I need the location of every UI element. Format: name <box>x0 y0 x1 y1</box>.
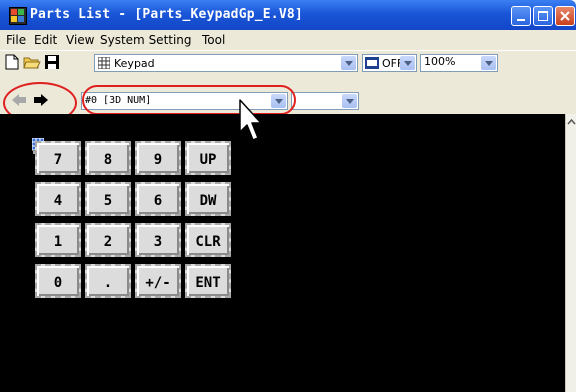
chevron-down-icon[interactable] <box>481 56 496 70</box>
maximize-button[interactable] <box>533 6 553 26</box>
toolbar-main: Keypad OFF 100% <box>0 50 576 89</box>
key-9[interactable]: 9 <box>135 141 181 175</box>
chevron-down-icon[interactable] <box>342 94 357 108</box>
key-6[interactable]: 6 <box>135 182 181 216</box>
close-icon <box>560 11 570 21</box>
open-folder-icon[interactable] <box>23 54 41 70</box>
off-mode-icon <box>365 57 379 69</box>
highlight-part-selector <box>82 85 296 115</box>
part-subselector[interactable] <box>291 92 359 110</box>
key-1[interactable]: 1 <box>35 223 81 257</box>
key-up[interactable]: UP <box>185 141 231 175</box>
scroll-up-icon[interactable] <box>567 118 576 126</box>
key-clear[interactable]: CLR <box>185 223 231 257</box>
window-title: Parts List - [Parts_KeypadGp_E.V8] <box>30 7 303 22</box>
chevron-down-icon[interactable] <box>400 56 415 70</box>
parts-category-select[interactable]: Keypad <box>94 54 358 72</box>
save-icon[interactable] <box>44 54 60 70</box>
menu-tool[interactable]: Tool <box>202 33 225 47</box>
menu-system-setting[interactable]: System Setting <box>100 33 192 47</box>
close-button[interactable] <box>555 6 575 26</box>
key-8[interactable]: 8 <box>85 141 131 175</box>
key-decimal[interactable]: . <box>85 264 131 298</box>
key-down[interactable]: DW <box>185 182 231 216</box>
key-4[interactable]: 4 <box>35 182 81 216</box>
key-3[interactable]: 3 <box>135 223 181 257</box>
menu-bar: File Edit View System Setting Tool <box>0 30 576 50</box>
menu-view[interactable]: View <box>66 33 94 47</box>
chevron-down-icon[interactable] <box>341 56 356 70</box>
new-file-icon[interactable] <box>5 54 19 70</box>
menu-file[interactable]: File <box>6 33 26 47</box>
title-bar: Parts List - [Parts_KeypadGp_E.V8] <box>0 0 576 30</box>
key-7[interactable]: 7 <box>35 141 81 175</box>
zoom-select[interactable]: 100% <box>420 54 498 72</box>
key-enter[interactable]: ENT <box>185 264 231 298</box>
key-5[interactable]: 5 <box>85 182 131 216</box>
app-icon <box>9 7 27 25</box>
display-mode-select[interactable]: OFF <box>362 54 417 72</box>
vertical-scrollbar[interactable] <box>565 114 576 392</box>
mouse-cursor-icon <box>239 99 262 141</box>
key-0[interactable]: 0 <box>35 264 81 298</box>
zoom-value: 100% <box>424 55 456 68</box>
key-2[interactable]: 2 <box>85 223 131 257</box>
menu-edit[interactable]: Edit <box>34 33 57 47</box>
parts-category-value: Keypad <box>114 57 155 70</box>
key-sign[interactable]: +/- <box>135 264 181 298</box>
minimize-button[interactable] <box>511 6 531 26</box>
keypad-icon <box>98 57 110 69</box>
